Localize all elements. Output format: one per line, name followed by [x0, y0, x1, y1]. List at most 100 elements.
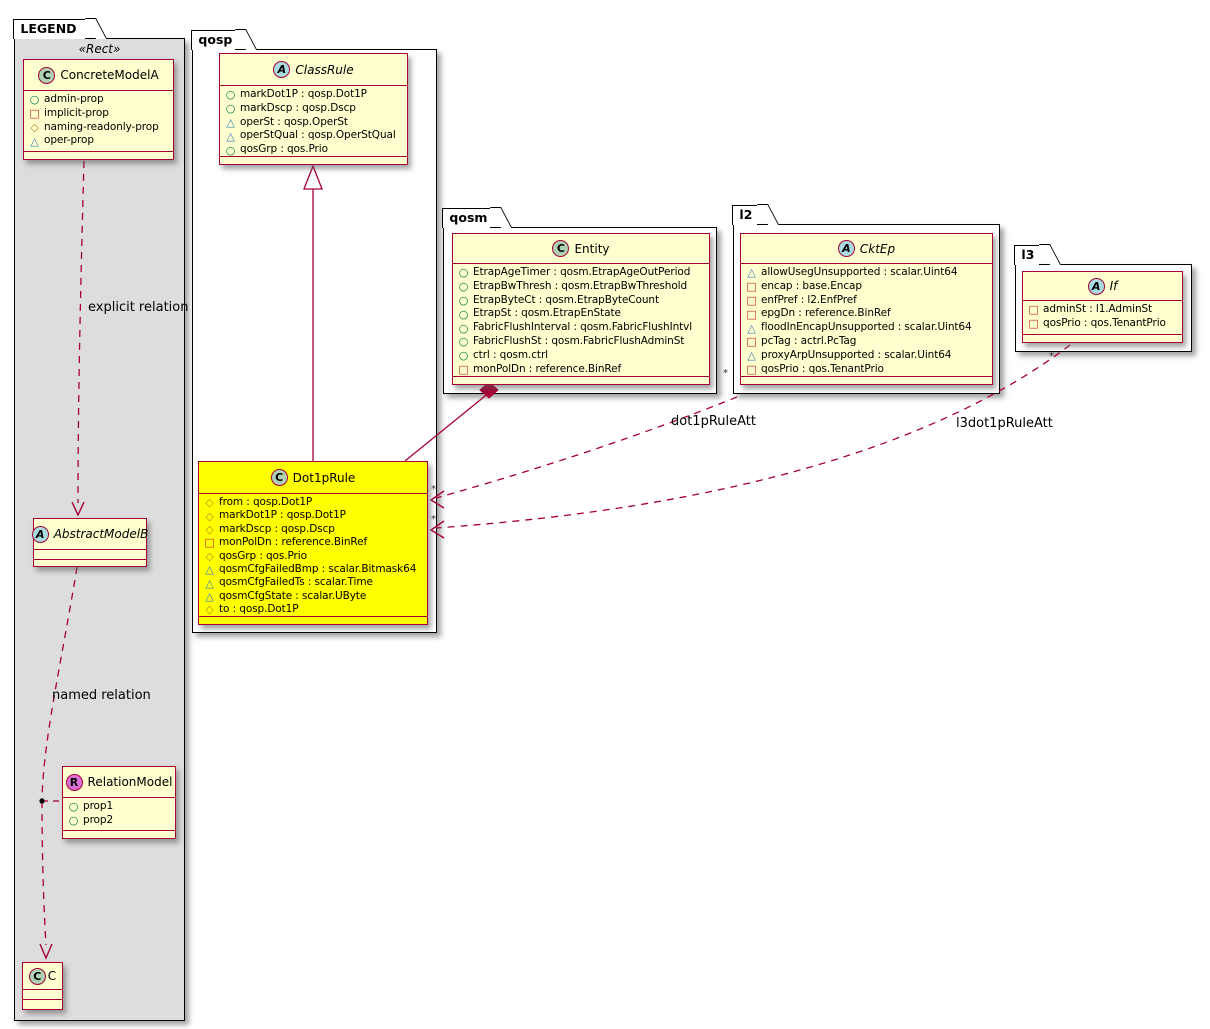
methods-compartment: [199, 616, 427, 624]
package-triangle-icon: [204, 564, 215, 575]
attribute-row: ctrl : qosm.ctrl: [458, 349, 705, 363]
attribute-text: EtrapByteCt : qosm.EtrapByteCount: [473, 294, 659, 308]
attribute-text: qosmCfgFailedBmp : scalar.Bitmask64: [219, 563, 416, 576]
attribute-text: oper-prop: [44, 134, 94, 148]
attribute-row: monPolDn : reference.BinRef: [458, 363, 705, 376]
class-c: C C: [22, 962, 63, 1010]
attribute-row: allowUsegUnsupported : scalar.Uint64: [746, 266, 988, 280]
attribute-row: admin-prop: [29, 93, 169, 107]
class-name: ConcreteModelA: [60, 68, 158, 82]
attribute-row: qosmCfgFailedTs : scalar.Time: [204, 576, 423, 589]
attribute-list: admin-prop implicit-prop naming-readonly…: [24, 91, 173, 151]
attribute-text: pcTag : actrl.PcTag: [761, 335, 856, 349]
attribute-text: operSt : qosp.OperSt: [240, 116, 348, 130]
attribute-list: allowUsegUnsupported : scalar.Uint64 enc…: [741, 264, 992, 376]
l3dot1p-rule-att-label: l3dot1pRuleAtt: [956, 416, 1053, 431]
attribute-text: proxyArpUnsupported : scalar.Uint64: [761, 349, 951, 363]
attribute-row: monPolDn : reference.BinRef: [204, 536, 423, 549]
attribute-row: qosGrp : qos.Prio: [204, 550, 423, 563]
attribute-text: prop1: [83, 800, 113, 814]
attribute-row: qosPrio : qos.TenantPrio: [746, 363, 988, 376]
attribute-list: prop1 prop2: [63, 798, 175, 830]
class-name: C: [48, 969, 56, 983]
methods-compartment: [63, 830, 175, 838]
l3dot1p-source-multiplicity: *: [1049, 351, 1054, 362]
package-triangle-icon: [225, 117, 236, 128]
class-name: Dot1pRule: [293, 471, 356, 485]
protected-diamond-icon: [204, 511, 215, 522]
relation-spot-icon: R: [66, 774, 83, 791]
public-circle-icon: [225, 145, 236, 156]
attribute-row: FabricFlushInterval : qosm.FabricFlushIn…: [458, 321, 705, 335]
attribute-row: proxyArpUnsupported : scalar.Uint64: [746, 349, 988, 363]
attribute-text: ctrl : qosm.ctrl: [473, 349, 548, 363]
attribute-text: admin-prop: [44, 93, 104, 107]
attribute-list: adminSt : l1.AdminSt qosPrio : qos.Tenan…: [1023, 301, 1182, 334]
attribute-row: EtrapBwThresh : qosm.EtrapBwThreshold: [458, 280, 705, 294]
package-triangle-icon: [225, 131, 236, 142]
attribute-row: adminSt : l1.AdminSt: [1028, 303, 1178, 317]
attribute-text: EtrapAgeTimer : qosm.EtrapAgeOutPeriod: [473, 266, 690, 280]
named-relation-label: named relation: [52, 688, 151, 703]
attribute-row: prop2: [68, 814, 171, 828]
private-square-icon: [746, 281, 757, 292]
attribute-list: from : qosp.Dot1P markDot1P : qosp.Dot1P…: [199, 494, 427, 616]
package-legend-tab: LEGEND: [13, 19, 85, 39]
class-name: RelationModel: [88, 775, 173, 789]
attribute-text: monPolDn : reference.BinRef: [473, 363, 621, 376]
attribute-row: naming-readonly-prop: [29, 121, 169, 135]
private-square-icon: [29, 108, 40, 119]
class-relation-model: R RelationModel prop1 prop2: [62, 766, 176, 839]
attribute-text: epgDn : reference.BinRef: [761, 307, 891, 321]
public-circle-icon: [458, 281, 469, 292]
class-abstract-model-b: A AbstractModelB: [33, 518, 147, 567]
package-qosp-tab: qosp: [191, 30, 235, 50]
attribute-row: EtrapSt : qosm.EtrapEnState: [458, 307, 705, 321]
attribute-row: prop1: [68, 800, 171, 814]
abstract-spot-icon: A: [32, 526, 49, 543]
attribute-list: markDot1P : qosp.Dot1P markDscp : qosp.D…: [220, 86, 407, 156]
attribute-text: qosGrp : qos.Prio: [240, 143, 328, 156]
private-square-icon: [1028, 304, 1039, 315]
attribute-row: EtrapByteCt : qosm.EtrapByteCount: [458, 294, 705, 308]
dot1p-source-multiplicity: *: [723, 368, 728, 379]
dot1p-target-multiplicity: *: [431, 484, 436, 495]
attribute-row: operStQual : qosp.OperStQual: [225, 129, 403, 143]
attribute-row: markDscp : qosp.Dscp: [225, 102, 403, 116]
protected-diamond-icon: [204, 551, 215, 562]
attribute-row: to : qosp.Dot1P: [204, 603, 423, 616]
abstract-spot-icon: A: [838, 240, 855, 257]
class-spot-icon: C: [271, 469, 288, 486]
attribute-text: qosPrio : qos.TenantPrio: [1043, 317, 1166, 331]
class-ckt-ep: A CktEp allowUsegUnsupported : scalar.Ui…: [740, 233, 993, 385]
protected-diamond-icon: [204, 497, 215, 508]
attribute-text: enfPref : l2.EnfPref: [761, 294, 857, 308]
private-square-icon: [746, 295, 757, 306]
protected-diamond-icon: [29, 122, 40, 133]
attribute-text: qosPrio : qos.TenantPrio: [761, 363, 884, 376]
class-dot1p-rule: C Dot1pRule from : qosp.Dot1P markDot1P …: [198, 461, 428, 625]
class-concrete-model-a: C ConcreteModelA admin-prop implicit-pro…: [23, 59, 174, 160]
class-name: CktEp: [860, 242, 895, 256]
attribute-row: qosmCfgState : scalar.UByte: [204, 590, 423, 603]
attributes-compartment: [34, 549, 146, 559]
public-circle-icon: [458, 267, 469, 278]
attribute-text: to : qosp.Dot1P: [219, 603, 298, 616]
private-square-icon: [458, 364, 469, 375]
class-spot-icon: C: [29, 968, 46, 985]
public-circle-icon: [68, 815, 79, 826]
package-triangle-icon: [746, 267, 757, 278]
package-triangle-icon: [204, 578, 215, 589]
class-name: Entity: [574, 242, 609, 256]
attributes-compartment: [23, 989, 62, 999]
attribute-text: EtrapSt : qosm.EtrapEnState: [473, 307, 621, 321]
attribute-text: encap : base.Encap: [761, 280, 862, 294]
attribute-row: FabricFlushSt : qosm.FabricFlushAdminSt: [458, 335, 705, 349]
methods-compartment: [220, 156, 407, 164]
public-circle-icon: [458, 309, 469, 320]
public-circle-icon: [458, 350, 469, 361]
protected-diamond-icon: [204, 524, 215, 535]
attribute-text: allowUsegUnsupported : scalar.Uint64: [761, 266, 957, 280]
attribute-row: pcTag : actrl.PcTag: [746, 335, 988, 349]
class-if: A If adminSt : l1.AdminSt qosPrio : qos.…: [1022, 271, 1183, 343]
